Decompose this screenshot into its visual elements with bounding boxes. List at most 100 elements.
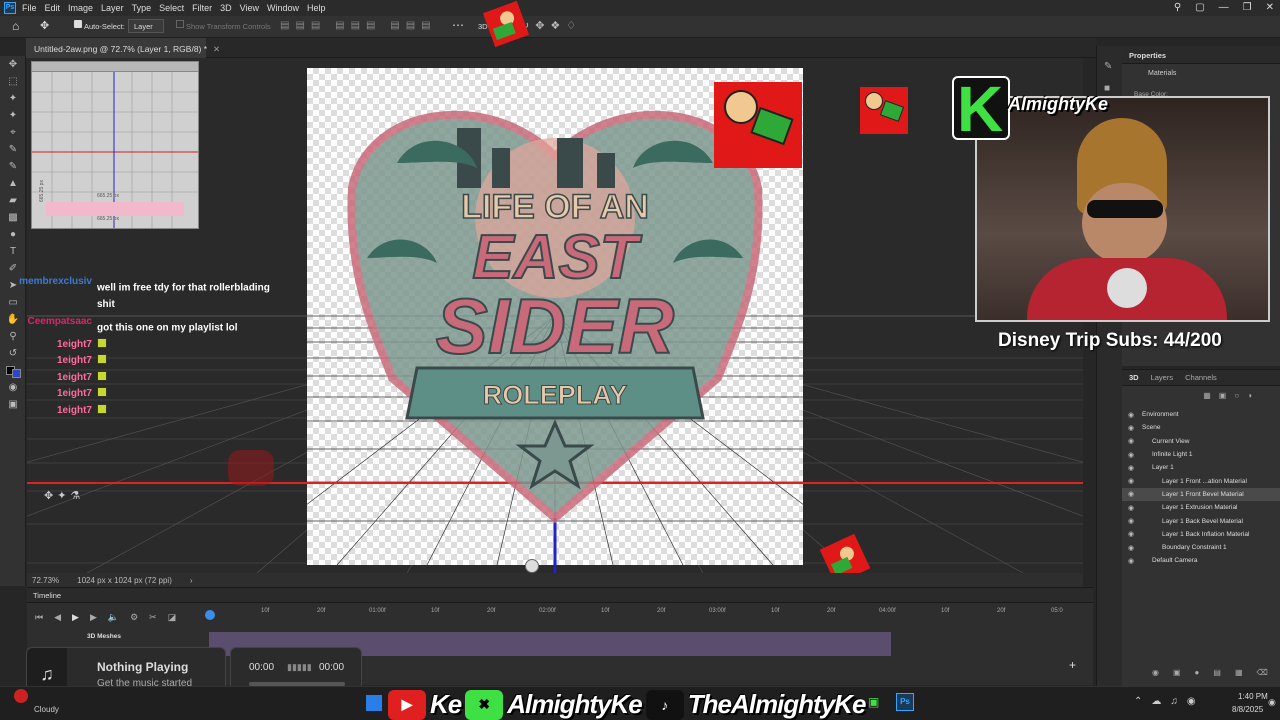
tray-icons[interactable]: ⌃☁♫◉ [1134,696,1205,707]
light-handle-icon[interactable] [525,559,539,573]
eye-icon[interactable]: ◉ [1128,451,1142,459]
status-bar: 72.73% 1024 px x 1024 px (72 ppi) › [27,573,1083,587]
stream-chat: membrexclusiv well im free tdy for that r… [0,274,310,416]
status-chevron-icon[interactable]: › [190,576,193,585]
tab-channels[interactable]: Channels [1185,373,1217,382]
dodge-tool-icon[interactable]: ● [0,226,26,243]
auto-select-checkbox[interactable] [74,20,82,28]
menu-filter[interactable]: Filter [192,3,212,13]
scene-item-selected[interactable]: ◉ Layer 1 Front Bevel Material [1122,487,1280,502]
menu-type[interactable]: Type [132,3,152,13]
tick: 20f [657,608,666,614]
tab-3d[interactable]: 3D [1129,373,1139,382]
workspace-icon[interactable]: ▢ [1195,2,1204,13]
eyedropper-icon[interactable]: ✎ [0,141,26,158]
gradient-tool-icon[interactable]: ▩ [0,209,26,226]
menu-3d[interactable]: 3D [220,3,232,13]
settings-icon[interactable]: ⚙ [130,612,138,623]
more-options-icon[interactable]: ⋯ [452,18,464,32]
magic-wand-icon[interactable]: ✦ [0,107,26,124]
eye-icon[interactable]: ◉ [1128,517,1142,525]
menu-view[interactable]: View [240,3,259,13]
play-icon[interactable]: ▶ [72,612,79,623]
stamp-tool-icon[interactable]: ▲ [0,175,26,192]
eye-icon[interactable]: ◉ [1128,424,1142,432]
menu-file[interactable]: File [22,3,37,13]
close-button[interactable]: ✕ [1266,2,1274,13]
close-tab-icon[interactable]: ✕ [213,44,220,54]
3d-filter-icons[interactable]: ▦ ▣ ○ ◑ [1122,386,1280,406]
emote-icon [97,403,107,414]
eye-icon[interactable]: ◉ [1128,557,1142,565]
marquee-tool-icon[interactable]: ⬚ [0,73,26,90]
scene-item[interactable]: ◉ Layer 1 Back Bevel Material [1122,514,1280,527]
chat-message: 1eight7 [0,386,310,403]
chat-text: shit [97,299,115,310]
menu-help[interactable]: Help [307,3,326,13]
scene-item[interactable]: ◉ Layer 1 Front ...ation Material [1122,474,1280,487]
tick: 10f [941,608,950,614]
3d-panel-footer[interactable]: ◉ ▣ ● ▤ ▦ ⌫ [1152,668,1268,677]
prev-frame-icon[interactable]: ◀ [54,612,61,623]
search-icon[interactable]: ⚲ [1174,2,1181,13]
eye-icon[interactable]: ◉ [1128,530,1142,538]
eye-icon[interactable]: ◉ [1128,437,1142,445]
document-tab[interactable]: Untitled-2aw.png @ 72.7% (Layer 1, RGB/8… [26,38,220,58]
eraser-tool-icon[interactable]: ▰ [0,192,26,209]
chat-username: 1eight7 [56,355,92,366]
menu-edit[interactable]: Edit [45,3,61,13]
move-tool-icon[interactable]: ✥ [0,56,26,73]
weather-label: Cloudy [34,705,59,714]
eye-icon[interactable]: ◉ [1128,477,1142,485]
zoom-level[interactable]: 72.73% [32,576,59,585]
menu-select[interactable]: Select [159,3,184,13]
taskbar-app-icon[interactable]: ▣ [868,695,879,709]
ruler-text-side: 665.25 px [39,180,45,202]
eye-icon[interactable]: ◉ [1128,544,1142,552]
scene-item[interactable]: ◉ Scene [1122,421,1280,434]
photoshop-taskbar-icon[interactable]: Ps [896,693,914,711]
scene-item[interactable]: ◉ Default Camera [1122,554,1280,567]
notification-icon[interactable]: ◉ [1268,697,1276,708]
lasso-tool-icon[interactable]: ✦ [0,90,26,107]
next-frame-icon[interactable]: ▶ [90,612,97,623]
add-track-icon[interactable]: + [1069,658,1076,672]
crop-tool-icon[interactable]: ⌖ [0,124,26,141]
3d-mode-icons[interactable]: ↻✥❖♢ [520,19,582,32]
type-tool-icon[interactable]: T [0,243,26,260]
show-transform-checkbox[interactable] [176,20,184,28]
auto-select-dropdown[interactable]: Layer [128,19,164,33]
brush-tool-icon[interactable]: ✎ [0,158,26,175]
eye-icon[interactable]: ◉ [1128,504,1142,512]
menu-window[interactable]: Window [267,3,299,13]
brand-letter: K [957,73,1004,145]
first-frame-icon[interactable]: ⏮ [35,612,43,623]
navigator-panel[interactable]: 665.25 px 665.25 px 665.25 px [31,61,199,229]
eye-icon[interactable]: ◉ [1128,490,1142,498]
audio-icon[interactable]: 🔈 [108,612,119,623]
eye-icon[interactable]: ◉ [1128,411,1142,419]
align-icons[interactable]: ▤▤▤ ▤▤▤ ▤▤▤ [280,20,437,31]
playhead[interactable] [205,610,215,620]
eye-icon[interactable]: ◉ [1128,464,1142,472]
scene-item[interactable]: ◉ Boundary Constraint 1 [1122,541,1280,554]
move-tool-icon[interactable]: ✥ [40,19,49,32]
3d-axis-widget[interactable]: ✥✦⚗ [44,489,84,502]
scene-item[interactable]: ◉ Infinite Light 1 [1122,448,1280,461]
maximize-button[interactable]: ❐ [1243,2,1252,13]
split-icon[interactable]: ✂ [149,612,157,623]
tab-layers[interactable]: Layers [1151,373,1174,382]
menu-layer[interactable]: Layer [101,3,124,13]
tick: 02:00f [539,608,556,614]
scene-item[interactable]: ◉ Environment [1122,408,1280,421]
home-icon[interactable]: ⌂ [12,19,19,33]
scene-item[interactable]: ◉ Layer 1 Extrusion Material [1122,501,1280,514]
timeline-ruler[interactable]: 10f 20f 01:00f 10f 20f 02:00f 10f 20f 03… [207,608,1082,620]
menu-image[interactable]: Image [68,3,93,13]
scene-item[interactable]: ◉ Current View [1122,435,1280,448]
minimize-button[interactable]: — [1219,2,1229,13]
start-button[interactable] [366,695,382,711]
transition-icon[interactable]: ◪ [168,612,177,623]
scene-item[interactable]: ◉ Layer 1 Back Inflation Material [1122,528,1280,541]
scene-item[interactable]: ◉ Layer 1 [1122,461,1280,474]
